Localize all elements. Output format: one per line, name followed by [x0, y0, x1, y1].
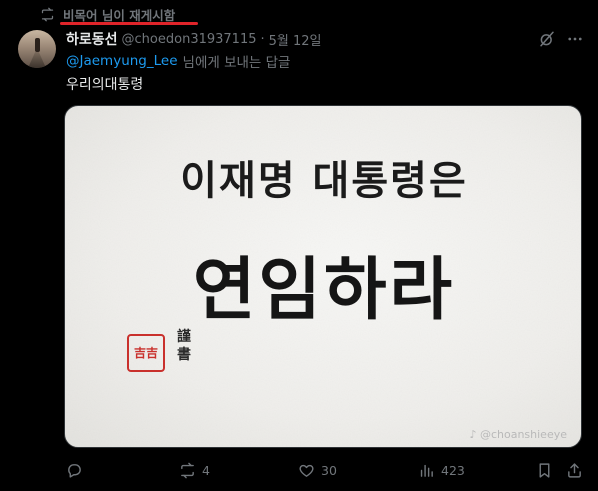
views-icon — [420, 464, 433, 477]
tweet-text: 우리의대통령 — [66, 77, 144, 93]
like-count: 30 — [321, 462, 337, 478]
repost-label[interactable]: 비목어 님이 재게시함 — [63, 5, 175, 24]
reply-context: @Jaemyung_Lee 님에게 보내는 답글 — [66, 52, 291, 71]
tweet-date[interactable]: 5월 12일 — [269, 30, 322, 49]
views-count: 423 — [441, 462, 465, 478]
calligraphy-line-2: 연임하라 — [192, 250, 456, 330]
repost-count: 4 — [202, 462, 210, 478]
reply-button[interactable] — [66, 460, 89, 480]
avatar[interactable] — [18, 30, 56, 68]
repost-icon — [181, 462, 194, 478]
action-bar: 4 30 423 — [0, 460, 598, 480]
bookmark-icon — [539, 462, 550, 478]
watermark: ♪ @choanshieeye — [469, 428, 567, 441]
red-seal-stamp: 吉吉 — [127, 334, 165, 372]
grok-icon[interactable] — [538, 30, 556, 48]
views-button[interactable]: 423 — [418, 460, 465, 480]
display-name[interactable]: 하로동선 — [66, 29, 118, 49]
reply-mention-link[interactable]: @Jaemyung_Lee — [66, 53, 178, 69]
reply-icon — [68, 463, 81, 478]
repost-indicator[interactable]: 비목어 님이 재게시함 — [40, 4, 175, 24]
like-button[interactable]: 30 — [298, 460, 337, 480]
calligraphy-line-1: 이재명 대통령은 — [180, 157, 468, 204]
signature: 謹書 — [177, 329, 191, 363]
reply-suffix: 님에게 보내는 답글 — [182, 55, 291, 71]
tweet-header: 하로동선 @choedon31937115 · 5월 12일 — [66, 29, 322, 49]
more-icon[interactable] — [566, 30, 584, 48]
repost-icon — [41, 7, 54, 21]
repost-button[interactable]: 4 — [179, 460, 210, 480]
bookmark-button[interactable] — [536, 460, 553, 480]
user-handle[interactable]: @choedon31937115 — [122, 32, 257, 47]
share-icon — [568, 462, 581, 478]
separator-dot: · — [260, 31, 265, 47]
highlight-underline — [60, 22, 198, 25]
share-button[interactable] — [566, 460, 583, 480]
like-icon — [299, 464, 314, 477]
tweet-image[interactable]: 이재명 대통령은 연임하라 吉吉 謹書 ♪ @choanshieeye — [64, 105, 582, 448]
